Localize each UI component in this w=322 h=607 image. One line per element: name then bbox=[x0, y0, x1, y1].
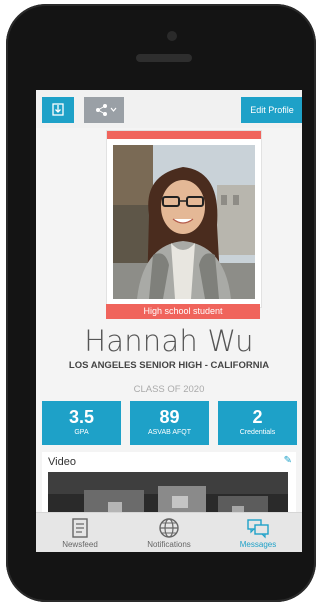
tab-newsfeed[interactable]: Newsfeed bbox=[36, 513, 124, 552]
student-type-badge: High school student bbox=[106, 304, 260, 319]
edit-pencil-icon[interactable]: ✎ bbox=[284, 455, 292, 466]
chat-bubbles-icon bbox=[247, 519, 269, 539]
profile-photo[interactable] bbox=[113, 145, 255, 299]
stat-asvab[interactable]: 89 ASVAB AFQT bbox=[130, 401, 209, 445]
tab-label: Newsfeed bbox=[62, 540, 98, 549]
earpiece-speaker bbox=[136, 54, 192, 62]
app-screen: Edit Profile High school student Hannah … bbox=[36, 90, 302, 552]
bottom-tab-bar: Newsfeed Notifications Messages bbox=[36, 512, 302, 552]
stat-label: ASVAB AFQT bbox=[147, 429, 192, 436]
share-button[interactable] bbox=[84, 97, 124, 123]
tab-messages[interactable]: Messages bbox=[214, 513, 302, 552]
download-button[interactable] bbox=[42, 97, 74, 123]
newsfeed-icon bbox=[72, 518, 88, 538]
front-camera bbox=[167, 31, 177, 41]
class-year: CLASS OF 2020 bbox=[133, 384, 205, 395]
stat-gpa[interactable]: 3.5 GPA bbox=[42, 401, 121, 445]
school-name: LOS ANGELES SENIOR HIGH - CALIFORNIA bbox=[68, 360, 270, 371]
share-icon bbox=[96, 104, 117, 116]
tab-label: Messages bbox=[239, 540, 277, 549]
profile-name: Hannah Wu bbox=[84, 324, 254, 358]
tab-label: Notifications bbox=[147, 540, 191, 549]
tab-notifications[interactable]: Notifications bbox=[125, 513, 213, 552]
video-section-title: Video bbox=[48, 456, 76, 468]
globe-icon bbox=[159, 518, 179, 538]
download-icon bbox=[52, 103, 64, 116]
phone-frame: Edit Profile High school student Hannah … bbox=[6, 4, 316, 602]
edit-profile-button[interactable]: Edit Profile bbox=[241, 97, 302, 123]
stat-value: 89 bbox=[159, 407, 180, 427]
stat-label: GPA bbox=[74, 429, 89, 436]
stat-credentials[interactable]: 2 Credentials bbox=[218, 401, 297, 445]
top-toolbar: Edit Profile bbox=[36, 90, 302, 128]
stat-value: 3.5 bbox=[68, 407, 95, 427]
stat-value: 2 bbox=[252, 407, 263, 427]
photo-frame-accent bbox=[107, 131, 261, 139]
profile-photo-frame bbox=[106, 130, 262, 308]
stat-label: Credentials bbox=[239, 429, 276, 436]
